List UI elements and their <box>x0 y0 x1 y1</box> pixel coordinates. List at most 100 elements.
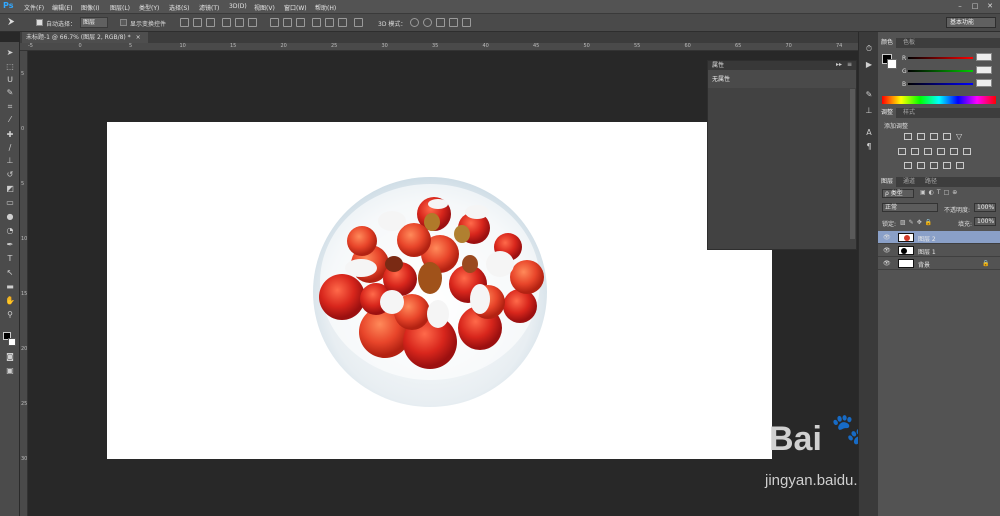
menu-edit[interactable]: 编辑(E) <box>52 3 72 12</box>
color-background-swatch[interactable] <box>887 59 897 69</box>
menu-select[interactable]: 选择(S) <box>169 3 190 12</box>
3d-pan-icon[interactable] <box>436 18 445 27</box>
channel-g-slider[interactable] <box>908 70 973 72</box>
menu-image[interactable]: 图像(I) <box>81 3 99 12</box>
show-transform-checkbox[interactable] <box>120 19 127 26</box>
gradient-map-icon[interactable] <box>943 162 951 169</box>
auto-select-dropdown[interactable]: 图层 <box>80 17 108 28</box>
distribute-right-icon[interactable] <box>338 18 347 27</box>
layer-row-background[interactable]: 👁 背景 🔒 <box>878 257 1000 270</box>
color-spectrum-bar[interactable] <box>882 96 996 104</box>
eraser-tool-icon[interactable]: ◩ <box>4 184 16 194</box>
marquee-tool-icon[interactable]: ⬚ <box>4 62 16 72</box>
channel-b-value[interactable] <box>976 79 992 87</box>
gradient-tool-icon[interactable]: ▭ <box>4 198 16 208</box>
collapse-icon[interactable]: ▸▸ <box>836 61 842 68</box>
tab-layers[interactable]: 图层 <box>878 177 897 187</box>
properties-scrollbar[interactable] <box>850 89 855 239</box>
hand-tool-icon[interactable]: ✋ <box>4 296 16 306</box>
channel-r-slider[interactable] <box>908 57 973 59</box>
auto-align-icon[interactable] <box>354 18 363 27</box>
filter-icons[interactable]: ▣◐T□⊕ <box>920 189 960 196</box>
eye-icon[interactable]: 👁 <box>883 260 891 267</box>
3d-rotate-icon[interactable] <box>410 18 419 27</box>
document-canvas[interactable]: Bai 🐾 du 经验 <box>107 122 955 461</box>
tab-swatches[interactable]: 色板 <box>900 38 918 48</box>
zoom-tool-icon[interactable]: ⚲ <box>4 310 16 320</box>
menu-layer[interactable]: 图层(L) <box>110 3 130 12</box>
curves-icon[interactable] <box>930 133 938 140</box>
quick-select-tool-icon[interactable]: ✎ <box>4 88 16 98</box>
minimize-button[interactable]: – <box>955 2 965 11</box>
eyedropper-tool-icon[interactable]: ⁄ <box>4 115 16 125</box>
align-hcenter-icon[interactable] <box>235 18 244 27</box>
photo-filter-icon[interactable] <box>937 148 945 155</box>
selective-color-icon[interactable] <box>956 162 964 169</box>
layer-row-2[interactable]: 👁 图层 2 <box>878 231 1000 244</box>
crop-tool-icon[interactable]: ⌗ <box>4 102 16 112</box>
channel-g-value[interactable] <box>976 66 992 74</box>
color-balance-icon[interactable] <box>911 148 919 155</box>
lock-icons[interactable]: ▨✎✥🔒 <box>900 219 935 226</box>
vibrance-icon[interactable]: ▽ <box>956 133 964 141</box>
tab-color[interactable]: 颜色 <box>878 38 897 48</box>
background-color-swatch[interactable] <box>8 338 16 346</box>
distribute-hcenter-icon[interactable] <box>325 18 334 27</box>
lasso-tool-icon[interactable]: ᑌ <box>4 75 16 85</box>
align-left-icon[interactable] <box>222 18 231 27</box>
layer-kind-filter[interactable]: ρ 类型 <box>882 189 914 198</box>
maximize-button[interactable]: □ <box>970 2 980 11</box>
opacity-field[interactable]: 100% <box>974 203 996 212</box>
blur-tool-icon[interactable]: ● <box>4 212 16 222</box>
screen-mode-icon[interactable]: ▣ <box>4 366 16 376</box>
panel-menu-icon[interactable]: ≡ <box>847 61 852 68</box>
black-white-icon[interactable] <box>924 148 932 155</box>
properties-panel[interactable]: 属性 ▸▸ ≡ 无属性 <box>707 60 857 250</box>
brush-panel-icon[interactable]: ✎ <box>863 90 875 101</box>
channel-b-slider[interactable] <box>908 83 973 85</box>
menu-view[interactable]: 视图(V) <box>254 3 275 12</box>
menu-window[interactable]: 窗口(W) <box>284 3 307 12</box>
layer-row-1[interactable]: 👁 图层 1 <box>878 244 1000 257</box>
actions-panel-icon[interactable]: ▶ <box>863 60 875 71</box>
menu-3d[interactable]: 3D(D) <box>229 3 247 10</box>
3d-slide-icon[interactable] <box>449 18 458 27</box>
tab-channels[interactable]: 通道 <box>900 177 918 187</box>
eye-icon[interactable]: 👁 <box>883 234 891 241</box>
shape-tool-icon[interactable]: ▬ <box>4 282 16 292</box>
eye-icon[interactable]: 👁 <box>883 247 891 254</box>
character-panel-icon[interactable]: A <box>863 128 875 139</box>
menu-filter[interactable]: 滤镜(T) <box>199 3 219 12</box>
blend-mode-dropdown[interactable]: 正常 <box>882 203 938 212</box>
menu-help[interactable]: 帮助(H) <box>315 3 336 12</box>
workspace-dropdown[interactable]: 基本功能 <box>946 17 996 28</box>
quick-mask-icon[interactable]: ◙ <box>4 352 16 362</box>
tab-paths[interactable]: 路径 <box>922 177 940 187</box>
close-tab-icon[interactable]: × <box>136 34 141 41</box>
align-bottom-icon[interactable] <box>206 18 215 27</box>
tab-adjustments[interactable]: 调整 <box>878 108 897 118</box>
fill-field[interactable]: 100% <box>974 217 996 226</box>
paragraph-panel-icon[interactable]: ¶ <box>863 142 875 153</box>
tab-styles[interactable]: 样式 <box>900 108 918 118</box>
close-window-button[interactable]: ✕ <box>985 2 995 11</box>
distribute-vcenter-icon[interactable] <box>283 18 292 27</box>
distribute-left-icon[interactable] <box>312 18 321 27</box>
move-tool-icon[interactable]: ➤ <box>4 48 16 58</box>
color-lookup-icon[interactable] <box>963 148 971 155</box>
levels-icon[interactable] <box>917 133 925 140</box>
dodge-tool-icon[interactable]: ◔ <box>4 226 16 236</box>
distribute-bottom-icon[interactable] <box>296 18 305 27</box>
clone-stamp-tool-icon[interactable]: ⊥ <box>4 156 16 166</box>
invert-icon[interactable] <box>904 162 912 169</box>
document-tab[interactable]: 未标题-1 @ 66.7% (图层 2, RGB/8) * × <box>22 32 148 43</box>
history-brush-tool-icon[interactable]: ↺ <box>4 170 16 180</box>
3d-scale-icon[interactable] <box>462 18 471 27</box>
move-tool-icon[interactable]: ⮞ <box>8 17 15 27</box>
brightness-icon[interactable] <box>904 133 912 140</box>
3d-roll-icon[interactable] <box>423 18 432 27</box>
auto-select-checkbox[interactable] <box>36 19 43 26</box>
healing-brush-tool-icon[interactable]: ✚ <box>4 130 16 140</box>
exposure-icon[interactable] <box>943 133 951 140</box>
type-tool-icon[interactable]: T <box>4 254 16 264</box>
